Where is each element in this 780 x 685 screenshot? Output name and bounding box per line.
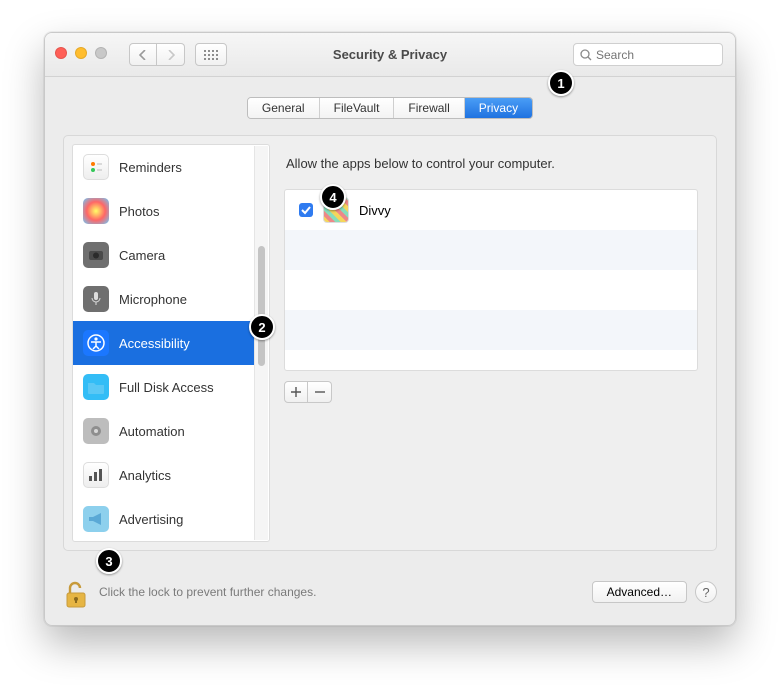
sidebar-item-label: Full Disk Access: [119, 380, 214, 395]
chart-icon: [83, 462, 109, 488]
reminders-icon: [83, 154, 109, 180]
accessibility-icon: [83, 330, 109, 356]
lock-open-icon: [63, 579, 89, 609]
search-input[interactable]: [596, 48, 716, 62]
minus-icon: [315, 387, 325, 397]
sidebar-item-analytics[interactable]: Analytics: [73, 453, 254, 497]
app-name: Divvy: [359, 203, 391, 218]
tab-filevault[interactable]: FileVault: [320, 98, 395, 118]
app-row-empty: [285, 230, 697, 270]
lock-button[interactable]: [63, 575, 91, 609]
tab-bar: General FileVault Firewall Privacy: [45, 97, 735, 119]
tab-general[interactable]: General: [248, 98, 320, 118]
sidebar-item-photos[interactable]: Photos: [73, 189, 254, 233]
sidebar-item-microphone[interactable]: Microphone: [73, 277, 254, 321]
sidebar-item-label: Advertising: [119, 512, 183, 527]
check-icon: [301, 205, 311, 215]
sidebar-item-full-disk-access[interactable]: Full Disk Access: [73, 365, 254, 409]
gear-icon: [83, 418, 109, 444]
add-app-button[interactable]: [284, 381, 308, 403]
help-button[interactable]: ?: [695, 581, 717, 603]
preferences-window: Security & Privacy General FileVault Fir…: [44, 32, 736, 626]
sidebar-item-camera[interactable]: Camera: [73, 233, 254, 277]
privacy-panel: Reminders Photos Camera: [63, 135, 717, 551]
annotation-badge-1: 1: [548, 70, 574, 96]
megaphone-icon: [83, 506, 109, 532]
advanced-button[interactable]: Advanced…: [592, 581, 687, 603]
scrollbar-thumb[interactable]: [258, 246, 265, 366]
sidebar-item-label: Camera: [119, 248, 165, 263]
annotation-badge-4: 4: [320, 184, 346, 210]
sidebar-item-automation[interactable]: Automation: [73, 409, 254, 453]
content-area: General FileVault Firewall Privacy Remin…: [45, 77, 735, 625]
microphone-icon: [83, 286, 109, 312]
tab-privacy[interactable]: Privacy: [465, 98, 532, 118]
tab-firewall[interactable]: Firewall: [394, 98, 464, 118]
sidebar-item-accessibility[interactable]: Accessibility: [73, 321, 254, 365]
app-row-empty: [285, 310, 697, 350]
sidebar-item-label: Reminders: [119, 160, 182, 175]
plus-icon: [291, 387, 301, 397]
sidebar-item-label: Microphone: [119, 292, 187, 307]
app-row[interactable]: Divvy: [285, 190, 697, 230]
folder-icon: [83, 374, 109, 400]
sidebar-item-label: Accessibility: [119, 336, 190, 351]
remove-app-button[interactable]: [308, 381, 332, 403]
instruction-text: Allow the apps below to control your com…: [286, 156, 696, 171]
photos-icon: [83, 198, 109, 224]
category-sidebar: Reminders Photos Camera: [72, 144, 270, 542]
app-row-empty: [285, 270, 697, 310]
search-icon: [580, 49, 592, 61]
sidebar-item-advertising[interactable]: Advertising: [73, 497, 254, 541]
titlebar: Security & Privacy: [45, 33, 735, 77]
sidebar-item-label: Automation: [119, 424, 185, 439]
sidebar-item-label: Photos: [119, 204, 159, 219]
footer: Click the lock to prevent further change…: [63, 575, 717, 609]
sidebar-item-label: Analytics: [119, 468, 171, 483]
annotation-badge-2: 2: [249, 314, 275, 340]
sidebar-item-reminders[interactable]: Reminders: [73, 145, 254, 189]
annotation-badge-3: 3: [96, 548, 122, 574]
search-field[interactable]: [573, 43, 723, 66]
app-checkbox[interactable]: [299, 203, 313, 217]
lock-message: Click the lock to prevent further change…: [99, 585, 584, 599]
sidebar-scrollbar[interactable]: [254, 146, 268, 540]
app-list: Divvy: [284, 189, 698, 371]
camera-icon: [83, 242, 109, 268]
add-remove-buttons: [284, 381, 698, 403]
